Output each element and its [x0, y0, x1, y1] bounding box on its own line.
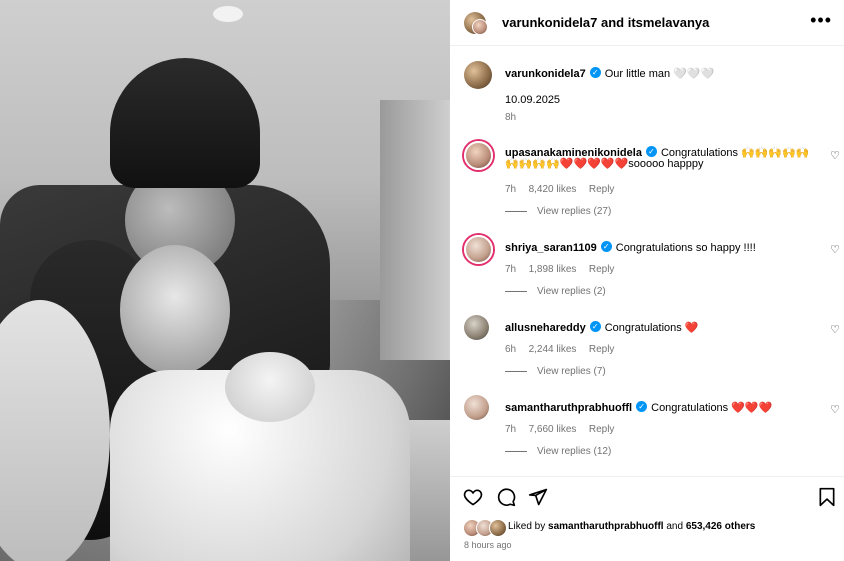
reply-button[interactable]: Reply [589, 184, 615, 195]
replies-divider [505, 210, 527, 212]
photo-door [380, 100, 450, 360]
comment-time[interactable]: 7h [505, 184, 516, 195]
comment-text-continued: 🙌🙌🙌🙌❤️❤️❤️❤️❤️sooooo happpy [505, 158, 704, 170]
post-actions-bar [450, 476, 844, 517]
reply-button[interactable]: Reply [589, 424, 615, 435]
caption-username[interactable]: varunkonidela7 [505, 68, 586, 80]
photo-woman-face [120, 245, 230, 375]
comment-likes[interactable]: 2,244 likes [529, 344, 577, 355]
caption-time[interactable]: 8h [505, 112, 516, 123]
view-replies-button[interactable]: View replies (12) [505, 446, 611, 457]
bookmark-icon[interactable] [817, 487, 837, 507]
verified-badge-icon: ✓ [589, 67, 601, 79]
comment-time[interactable]: 7h [505, 424, 516, 435]
heart-outline-icon[interactable] [463, 487, 483, 507]
view-replies-label: View replies (2) [537, 286, 606, 297]
comment-avatar[interactable] [464, 315, 489, 340]
comment-avatar[interactable] [464, 235, 493, 264]
likes-summary: Liked by samantharuthprabhuoffl and 653,… [508, 521, 755, 532]
verified-badge-icon: ✓ [636, 401, 648, 413]
comment-like-icon[interactable]: ♡ [830, 403, 840, 416]
view-replies-button[interactable]: View replies (2) [505, 286, 606, 297]
caption-text: Our little man 🤍🤍🤍 [604, 68, 715, 80]
likes-prefix: Liked by [508, 521, 546, 532]
comment-like-icon[interactable]: ♡ [830, 149, 840, 162]
paper-plane-icon[interactable] [528, 487, 548, 507]
caption-date: 10.09.2025 [505, 94, 561, 106]
photo-ceiling-light [213, 6, 243, 22]
replies-divider [505, 450, 527, 452]
comment-likes[interactable]: 7,660 likes [529, 424, 577, 435]
comment-meta: 7h 8,420 likes Reply [505, 179, 614, 197]
likes-user[interactable]: samantharuthprabhuoffl [548, 521, 664, 532]
comment-avatar[interactable] [464, 395, 489, 420]
comment-username[interactable]: samantharuthprabhuoffl [505, 402, 632, 414]
post-side-panel: varunkonidela7 and itsmelavanya ••• varu… [450, 0, 844, 561]
view-replies-label: View replies (7) [537, 366, 606, 377]
comment-meta: 7h 7,660 likes Reply [505, 419, 614, 437]
reply-button[interactable]: Reply [589, 344, 615, 355]
comment-text: Congratulations ❤️❤️❤️ [651, 402, 773, 414]
verified-badge-icon: ✓ [645, 146, 657, 158]
post-time[interactable]: 8 hours ago [464, 540, 512, 550]
comment-meta: 6h 2,244 likes Reply [505, 339, 614, 357]
photo-baby-hat [225, 352, 315, 422]
view-replies-button[interactable]: View replies (7) [505, 366, 606, 377]
comment-text: Congratulations ❤️ [604, 322, 699, 334]
comment-username[interactable]: allusnehareddy [505, 322, 586, 334]
caption-line: varunkonidela7 ✓ Our little man 🤍🤍🤍 [505, 64, 714, 82]
post-photo[interactable] [0, 0, 450, 561]
post-header: varunkonidela7 and itsmelavanya ••• [450, 0, 844, 46]
view-replies-label: View replies (12) [537, 446, 612, 457]
caption-avatar[interactable] [464, 61, 492, 89]
comment-time[interactable]: 7h [505, 264, 516, 275]
liker-avatar[interactable] [489, 519, 507, 537]
comment-avatar[interactable] [464, 141, 493, 170]
likes-count[interactable]: 653,426 others [686, 521, 756, 532]
comment-like-icon[interactable]: ♡ [830, 243, 840, 256]
comment-text: Congratulations so happy !!!! [615, 242, 756, 254]
comment-icon[interactable] [496, 487, 516, 507]
reply-button[interactable]: Reply [589, 264, 615, 275]
more-options-icon[interactable]: ••• [810, 10, 832, 31]
comment-username[interactable]: shriya_saran1109 [505, 242, 597, 254]
verified-badge-icon: ✓ [589, 321, 601, 333]
replies-divider [505, 370, 527, 372]
header-usernames[interactable]: varunkonidela7 and itsmelavanya [502, 15, 709, 30]
likes-mid: and [666, 521, 684, 532]
comment-time[interactable]: 6h [505, 344, 516, 355]
comment-meta: 7h 1,898 likes Reply [505, 259, 614, 277]
view-replies-button[interactable]: View replies (27) [505, 206, 611, 217]
verified-badge-icon: ✓ [600, 241, 612, 253]
coauthor-avatar[interactable] [472, 19, 488, 35]
replies-divider [505, 290, 527, 292]
comment-line: shriya_saran1109 ✓ Congratulations so happ… [505, 238, 756, 256]
comment-line: samantharuthprabhuoffl ✓ Congratulations ❤… [505, 398, 772, 416]
comment-likes[interactable]: 8,420 likes [529, 184, 577, 195]
comment-like-icon[interactable]: ♡ [830, 323, 840, 336]
comment-line: allusnehareddy ✓ Congratulations ❤️ [505, 318, 699, 336]
view-replies-label: View replies (27) [537, 206, 612, 217]
comment-likes[interactable]: 1,898 likes [529, 264, 577, 275]
